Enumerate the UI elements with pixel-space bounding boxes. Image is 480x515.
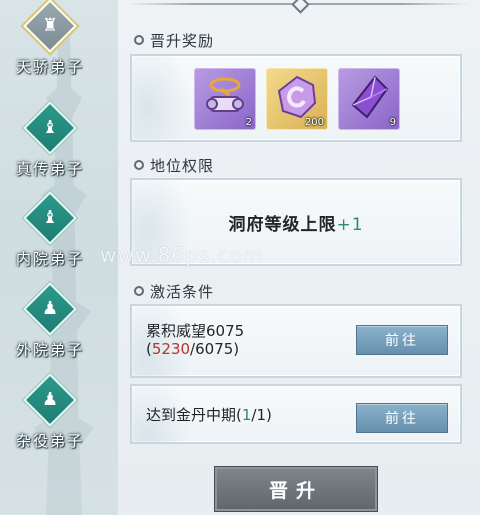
top-divider bbox=[128, 0, 470, 14]
rank-label: 天骄弟子 bbox=[15, 58, 84, 76]
bullet-icon bbox=[134, 160, 144, 170]
sect-disciple-emblem-icon: ♟ bbox=[23, 282, 77, 336]
condition-progress: (5230/6075) bbox=[146, 340, 239, 358]
progress-required: 1 bbox=[256, 406, 267, 424]
sect-disciple-emblem-icon: ♝ bbox=[23, 101, 77, 155]
privilege-text: 洞府等级上限 bbox=[228, 215, 337, 235]
promotion-panel: 晋升奖励 2 200 9 地位权限 洞府等级上限+1 激活条件 累积威望6075… bbox=[118, 0, 480, 515]
privilege-bonus: +1 bbox=[336, 215, 364, 235]
sect-disciple-emblem-icon: ♜ bbox=[23, 0, 77, 53]
condition-card-cultivation: 达到金丹中期(1/1) 前往 bbox=[130, 384, 462, 444]
privileges-card: 洞府等级上限+1 bbox=[130, 178, 462, 266]
reward-count: 9 bbox=[389, 117, 396, 128]
condition-text: 达到金丹中期(1/1) bbox=[146, 404, 272, 425]
rank-label: 真传弟子 bbox=[15, 160, 84, 178]
condition-text: 累积威望6075 bbox=[146, 322, 245, 340]
paren-close: ) bbox=[266, 406, 272, 424]
paren-close: ) bbox=[233, 340, 240, 358]
rewards-section-title: 晋升奖励 bbox=[134, 30, 214, 50]
condition-card-prestige: 累积威望6075 (5230/6075) 前往 bbox=[130, 304, 462, 378]
privileges-title-text: 地位权限 bbox=[150, 156, 215, 175]
rank-item-waiyuan[interactable]: ♟ 外院弟子 bbox=[0, 282, 100, 360]
bullet-icon bbox=[134, 286, 144, 296]
rank-item-zhenchuan[interactable]: ♝ 真传弟子 bbox=[0, 101, 100, 179]
progress-required: 6075 bbox=[195, 340, 234, 358]
rank-sidebar: ♜ 天骄弟子 ♝ 真传弟子 ♝ 内院弟子 ♟ 外院弟子 ♟ 杂役弟子 bbox=[0, 0, 118, 515]
scroll-item-icon bbox=[206, 77, 244, 112]
rank-label: 外院弟子 bbox=[15, 341, 84, 359]
reward-count: 200 bbox=[304, 117, 324, 128]
progress-current: 1 bbox=[241, 406, 252, 424]
rank-label: 杂役弟子 bbox=[15, 432, 84, 450]
reward-item-jade-token[interactable]: 200 bbox=[266, 68, 328, 130]
promote-button[interactable]: 晋升 bbox=[214, 466, 378, 512]
jade-token-icon bbox=[277, 75, 317, 119]
go-button-cultivation[interactable]: 前往 bbox=[356, 403, 448, 433]
reward-count: 2 bbox=[245, 117, 252, 128]
sect-disciple-emblem-icon: ♟ bbox=[23, 373, 77, 427]
reward-item-scroll[interactable]: 2 bbox=[194, 68, 256, 130]
sect-disciple-emblem-icon: ♝ bbox=[23, 191, 77, 245]
rank-label: 内院弟子 bbox=[15, 250, 84, 268]
rank-item-neiyuan[interactable]: ♝ 内院弟子 bbox=[0, 191, 100, 269]
purple-crystal-icon bbox=[351, 75, 389, 119]
progress-current: 5230 bbox=[151, 340, 191, 358]
rewards-card: 2 200 9 bbox=[130, 54, 462, 142]
condition-label: 达到金丹中期 bbox=[146, 406, 237, 424]
rank-item-tianjiao[interactable]: ♜ 天骄弟子 bbox=[0, 0, 100, 77]
conditions-title-text: 激活条件 bbox=[150, 282, 215, 301]
rank-item-zayi[interactable]: ♟ 杂役弟子 bbox=[0, 373, 100, 451]
conditions-section-title: 激活条件 bbox=[134, 281, 214, 301]
bullet-icon bbox=[134, 35, 144, 45]
divider-gem-icon bbox=[291, 0, 310, 14]
reward-item-crystal[interactable]: 9 bbox=[338, 68, 400, 130]
privileges-section-title: 地位权限 bbox=[134, 155, 214, 175]
privilege-line: 洞府等级上限+1 bbox=[132, 210, 460, 235]
go-button-prestige[interactable]: 前往 bbox=[356, 325, 448, 355]
rewards-title-text: 晋升奖励 bbox=[150, 31, 215, 50]
